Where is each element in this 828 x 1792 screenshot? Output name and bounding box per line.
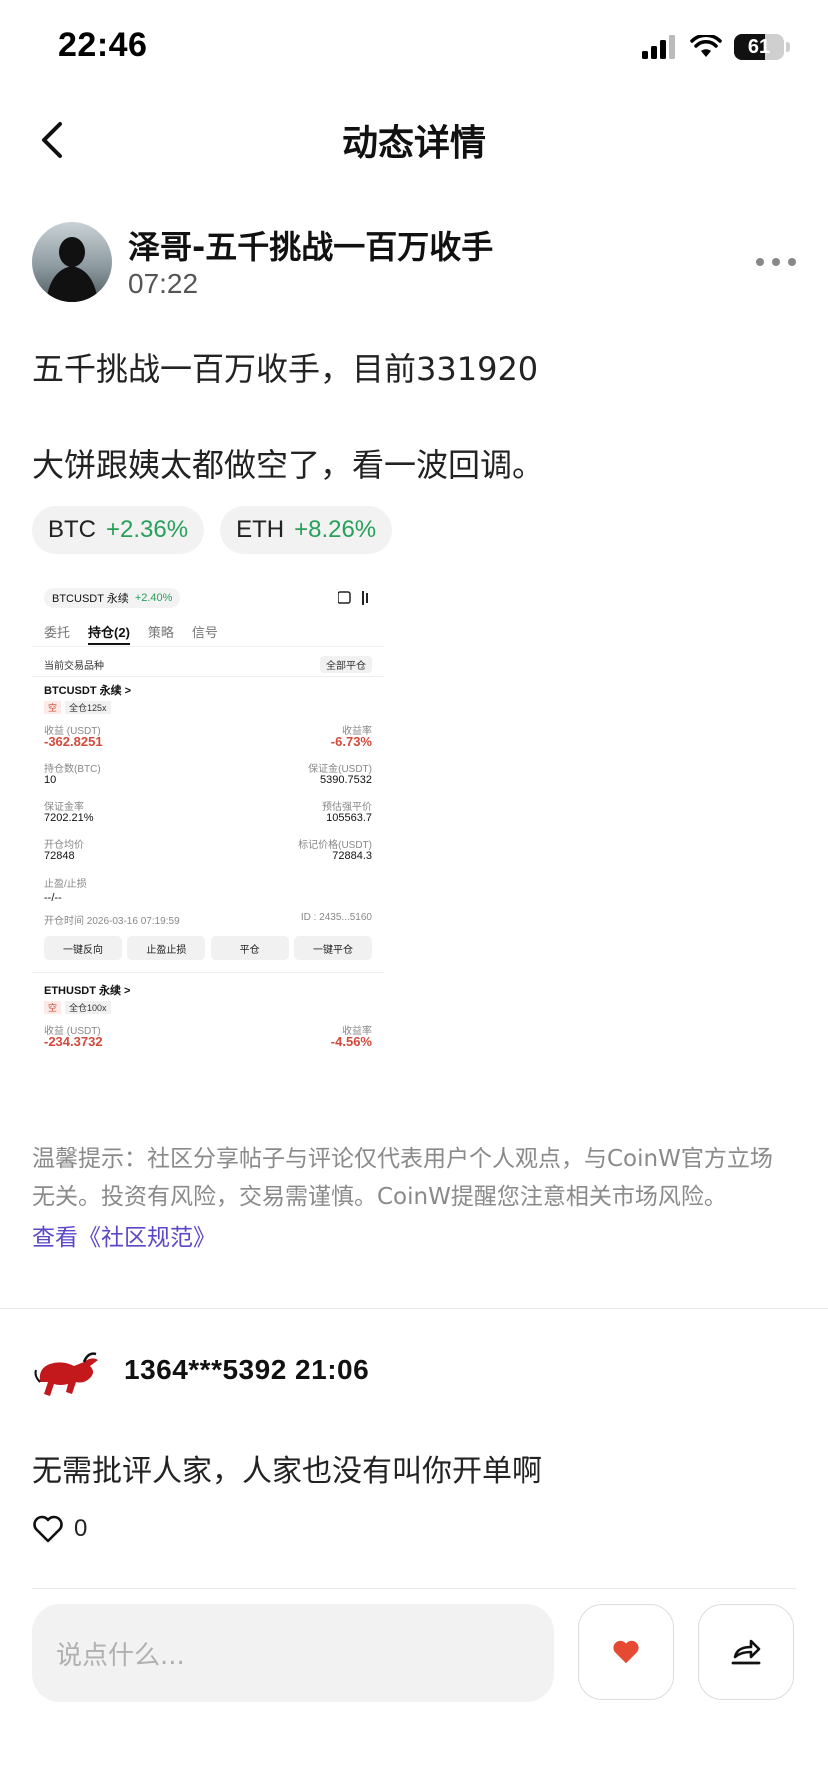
image-open-time: 开仓时间 2026-03-16 07:19:59 — [44, 916, 180, 927]
image-value: -234.3732 — [44, 1034, 103, 1049]
chart-icon — [338, 591, 368, 605]
image-value: -6.73% — [330, 734, 372, 749]
image-value: 7202.21% — [44, 812, 94, 824]
image-value: 72884.3 — [332, 850, 372, 862]
disclaimer-text: 温馨提示：社区分享帖子与评论仅代表用户个人观点，与CoinW官方立场无关。投资有… — [32, 1146, 773, 1210]
divider — [0, 1308, 828, 1309]
battery-icon: 61 — [734, 34, 784, 60]
share-button[interactable] — [698, 1604, 794, 1700]
image-label: 标记价格(USDT) — [298, 840, 372, 851]
comment-text: 无需批评人家，人家也没有叫你开单啊 — [32, 1454, 542, 1489]
author-name[interactable]: 泽哥-五千挑战一百万收手 — [128, 222, 493, 268]
image-button: 止盈止损 — [127, 936, 206, 960]
divider — [32, 1588, 796, 1589]
image-tab: 信号 — [191, 625, 218, 640]
image-position-symbol: ETHUSDT 永续 > — [44, 985, 131, 997]
image-close-all: 全部平仓 — [320, 656, 372, 673]
like-count: 0 — [74, 1515, 88, 1542]
coin-change: +2.36% — [106, 516, 189, 543]
image-value: 72848 — [44, 850, 75, 862]
battery-level: 61 — [747, 35, 771, 58]
image-leverage: 全仓100x — [65, 1001, 111, 1014]
avatar[interactable] — [32, 222, 112, 302]
image-tab: 委托 — [44, 625, 71, 640]
image-symbol-pill: BTCUSDT 永续 +2.40% — [44, 588, 181, 608]
share-icon — [731, 1639, 761, 1665]
image-tab: 持仓(2) — [88, 622, 130, 645]
coin-tags: BTC +2.36% ETH +8.26% — [32, 506, 393, 554]
post-image[interactable]: BTCUSDT 永续 +2.40% 委托 持仓(2) 策略 信号 当前交易品种 … — [32, 576, 384, 1124]
image-value: 10 — [44, 774, 57, 786]
image-button: 一键平仓 — [293, 936, 372, 960]
image-leverage: 全仓125x — [65, 701, 111, 714]
heart-outline-icon — [33, 1515, 63, 1543]
image-position-symbol: BTCUSDT 永续 > — [44, 685, 132, 697]
image-buttons: 一键反向 止盈止损 平仓 一键平仓 — [44, 936, 372, 960]
image-value: --/-- — [44, 892, 62, 904]
image-symbol: BTCUSDT 永续 — [52, 593, 129, 605]
comment-input[interactable]: 说点什么... — [32, 1604, 554, 1702]
wifi-icon — [690, 35, 722, 57]
comment-user-time: 1364***5392 21:06 — [124, 1354, 370, 1385]
image-tab: 策略 — [147, 625, 174, 640]
image-button: 一键反向 — [44, 936, 122, 960]
more-options-button[interactable] — [756, 250, 796, 274]
image-tabs: 委托 持仓(2) 策略 信号 — [44, 622, 372, 645]
coin-tag-btc[interactable]: BTC +2.36% — [32, 506, 205, 554]
image-value: -4.56% — [330, 1034, 372, 1049]
post-author: 泽哥-五千挑战一百万收手 07:22 — [32, 222, 796, 302]
dot-icon — [756, 258, 764, 266]
image-side: 空 — [44, 701, 62, 714]
post-text-line: 大饼跟姨太都做空了，看一波回调。 — [32, 446, 545, 484]
nav-bar: 动态详情 — [0, 100, 828, 180]
image-value: 5390.7532 — [320, 774, 372, 786]
coin-symbol: BTC — [48, 516, 96, 543]
image-side: 空 — [44, 1001, 62, 1014]
post-time: 07:22 — [128, 268, 199, 299]
status-icons: 61 — [642, 34, 790, 60]
status-bar: 22:46 61 — [0, 0, 828, 100]
post-text-line: 五千挑战一百万收手，目前331920 — [32, 350, 539, 388]
coin-symbol: ETH — [236, 516, 285, 543]
signal-icon — [642, 35, 675, 59]
image-label: 保证金(USDT) — [308, 764, 372, 775]
image-label: 预估强平价 — [322, 802, 372, 813]
image-button: 平仓 — [210, 936, 289, 960]
comment-like[interactable]: 0 — [32, 1514, 87, 1544]
image-label: 保证金率 — [44, 802, 84, 813]
image-value: -362.8251 — [44, 734, 103, 749]
page-title: 动态详情 — [341, 123, 486, 164]
image-label: 持仓数(BTC) — [44, 764, 101, 775]
dot-icon — [788, 258, 796, 266]
heart-icon — [613, 1640, 639, 1664]
coin-tag-eth[interactable]: ETH +8.26% — [220, 506, 393, 554]
status-time: 22:46 — [58, 26, 148, 64]
image-filter: 当前交易品种 — [44, 661, 104, 672]
image-id: ID : 2435...5160 — [300, 912, 372, 923]
image-label: 开仓均价 — [44, 840, 84, 851]
community-rules-link[interactable]: 查看《社区规范》 — [32, 1218, 216, 1252]
coin-change: +8.26% — [294, 516, 377, 543]
image-value: 105563.7 — [326, 812, 372, 824]
bull-icon — [34, 1352, 98, 1396]
image-change: +2.40% — [134, 592, 173, 604]
dot-icon — [772, 258, 780, 266]
like-button[interactable] — [578, 1604, 674, 1700]
commenter-avatar[interactable] — [32, 1342, 104, 1406]
comment-input-placeholder: 说点什么... — [56, 1640, 185, 1671]
